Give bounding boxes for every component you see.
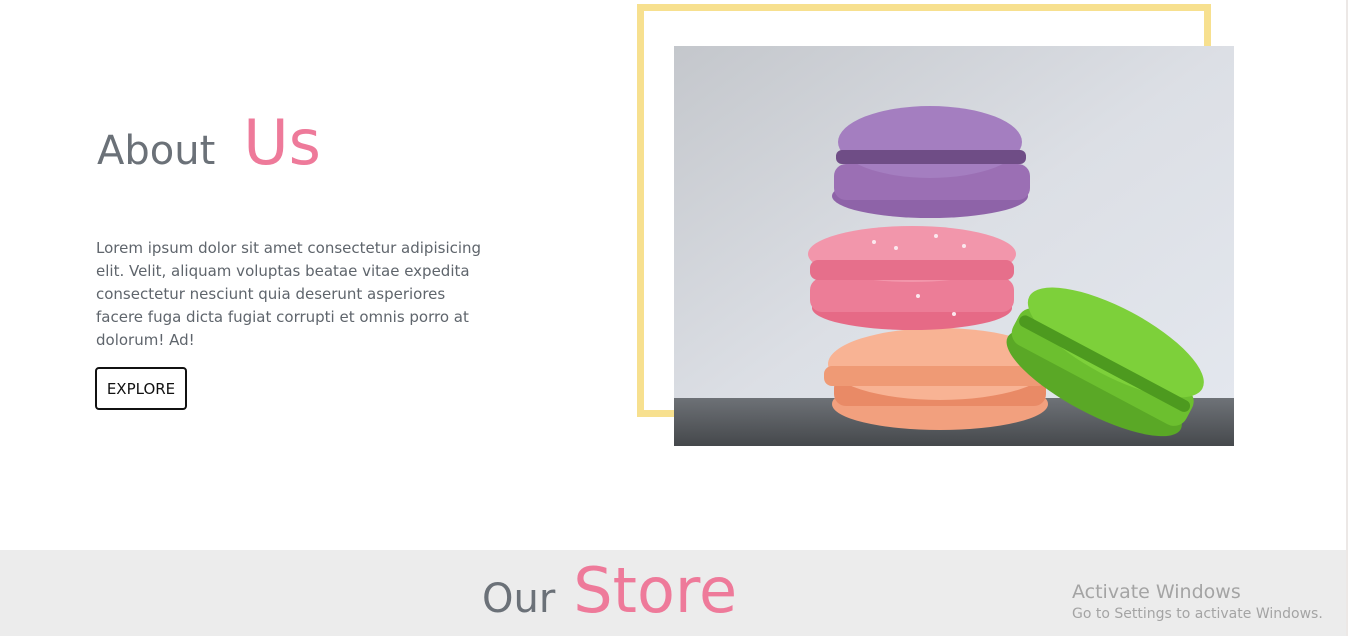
store-heading: Our Store: [482, 560, 737, 622]
explore-button[interactable]: EXPLORE: [95, 367, 187, 410]
macarons-illustration: [674, 46, 1234, 446]
watermark-title: Activate Windows: [1072, 581, 1241, 603]
activate-windows-watermark: Activate Windows Go to Settings to activ…: [1072, 580, 1323, 624]
watermark-subtitle: Go to Settings to activate Windows.: [1072, 606, 1323, 622]
about-paragraph: Lorem ipsum dolor sit amet consectetur a…: [96, 239, 482, 349]
about-heading: About Us: [97, 112, 321, 174]
store-heading-word1: Our: [482, 576, 556, 622]
store-heading-word2: Store: [573, 554, 738, 627]
page: About Us Lorem ipsum dolor sit amet conse…: [0, 0, 1348, 636]
about-heading-word2: Us: [243, 106, 321, 179]
about-heading-word1: About: [97, 128, 216, 174]
macarons-photo: [674, 46, 1234, 446]
